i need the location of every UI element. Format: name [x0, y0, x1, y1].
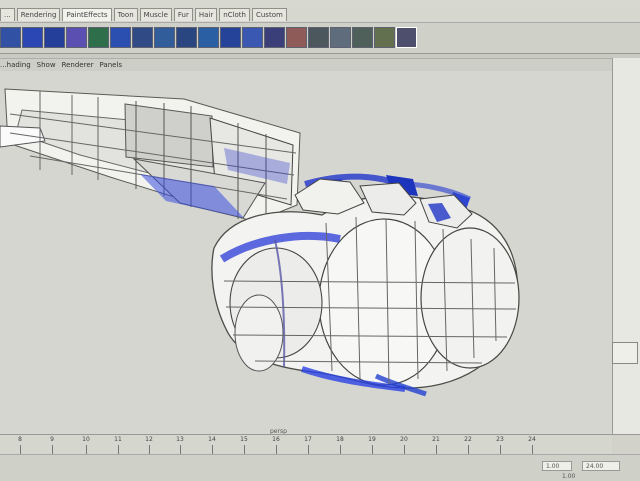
- material-icon[interactable]: [198, 27, 219, 48]
- timeline-label-17: 17: [304, 436, 312, 443]
- timeline-label-20: 20: [400, 436, 408, 443]
- timeline-label-8: 8: [18, 436, 22, 443]
- shelf-tab-1[interactable]: ...: [0, 8, 15, 21]
- shelf-tab-custom[interactable]: Custom: [251, 8, 287, 21]
- shelf-tab-toon[interactable]: Toon: [113, 8, 138, 21]
- viewport-menu-show[interactable]: Show: [37, 59, 56, 71]
- render-settings-icon[interactable]: [44, 27, 65, 48]
- ipr-render-icon[interactable]: [22, 27, 43, 48]
- ramp-icon[interactable]: [352, 27, 373, 48]
- timeline-label-23: 23: [496, 436, 504, 443]
- range-slider[interactable]: 1.00 24.00 1.00: [0, 454, 640, 481]
- timeline-label-12: 12: [145, 436, 153, 443]
- viewport-menu-renderer[interactable]: Renderer: [62, 59, 94, 71]
- current-frame-value: 1.00: [562, 473, 576, 480]
- camera-icon[interactable]: [110, 27, 131, 48]
- timeline-label-15: 15: [240, 436, 248, 443]
- timeline-label-21: 21: [432, 436, 440, 443]
- spot-light-icon[interactable]: [264, 27, 285, 48]
- pattern-icon[interactable]: [374, 27, 395, 48]
- timeline-label-19: 19: [368, 436, 376, 443]
- time-slider[interactable]: 8 9 10 11 12 13 14 15 16 17 18 19 20 21 …: [0, 434, 612, 455]
- timeline-label-18: 18: [336, 436, 344, 443]
- timeline-label-16: 16: [272, 436, 280, 443]
- shelf-tab-rendering[interactable]: Rendering: [16, 8, 61, 21]
- light-icon[interactable]: [88, 27, 109, 48]
- range-start-value: 1.00: [546, 463, 560, 470]
- shelf-tab-hair[interactable]: Hair: [194, 8, 218, 21]
- side-panel: [612, 58, 640, 434]
- hypershade-icon[interactable]: [66, 27, 87, 48]
- timeline-label-11: 11: [114, 436, 122, 443]
- paint-icon[interactable]: [330, 27, 351, 48]
- timeline-label-9: 9: [50, 436, 54, 443]
- shape-icon[interactable]: [286, 27, 307, 48]
- shader-icon[interactable]: [176, 27, 197, 48]
- uv-editor-icon[interactable]: [242, 27, 263, 48]
- playback-controls[interactable]: [612, 434, 640, 455]
- spaceship-model[interactable]: [0, 71, 612, 435]
- ship-arm-left: [0, 88, 301, 223]
- timeline-label-10: 10: [82, 436, 90, 443]
- timeline-label-24: 24: [528, 436, 536, 443]
- timeline-label-13: 13: [176, 436, 184, 443]
- connection-icon[interactable]: [220, 27, 241, 48]
- viewport-menu-panels[interactable]: Panels: [100, 59, 123, 71]
- range-end-value: 24.00: [586, 463, 604, 470]
- shelf-toolbar: [0, 22, 640, 54]
- shelf-tab-fur[interactable]: Fur: [173, 8, 193, 21]
- batch-render-icon[interactable]: [132, 27, 153, 48]
- viewport-panel-menu: ...hading Show Renderer Panels: [0, 59, 612, 71]
- viewport-3d[interactable]: ...hading Show Renderer Panels: [0, 58, 612, 435]
- checker-icon[interactable]: [308, 27, 329, 48]
- texture-icon[interactable]: [154, 27, 175, 48]
- selected-tool-icon[interactable]: [396, 27, 417, 48]
- viewport-menu-shading[interactable]: ...hading: [0, 59, 31, 71]
- menu-bar: [0, 0, 640, 8]
- timeline-label-22: 22: [464, 436, 472, 443]
- channel-box-toggle[interactable]: [612, 342, 638, 364]
- shelf-tab-ncloth[interactable]: nCloth: [219, 8, 250, 21]
- shelf-tab-painteffects[interactable]: PaintEffects: [62, 8, 112, 21]
- shelf-tabs: ... Rendering PaintEffects Toon Muscle F…: [0, 8, 640, 22]
- shelf-tab-muscle[interactable]: Muscle: [139, 8, 172, 21]
- render-current-frame-icon[interactable]: [0, 27, 21, 48]
- timeline-label-14: 14: [208, 436, 216, 443]
